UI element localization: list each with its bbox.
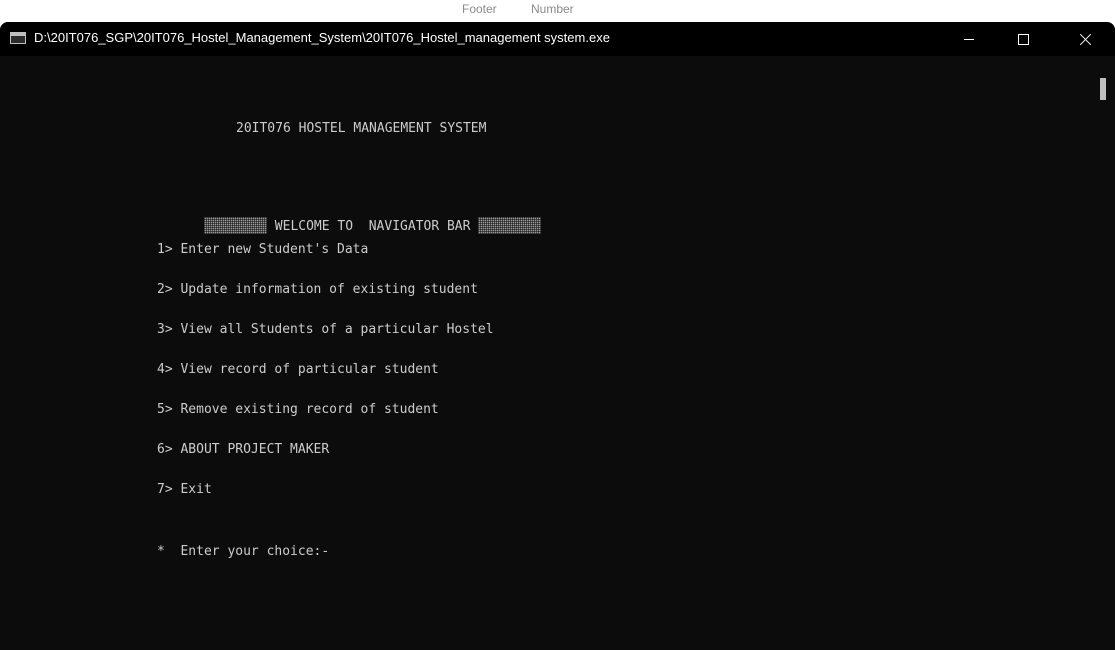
minimize-icon — [964, 38, 974, 40]
menu-item-6: 6> ABOUT PROJECT MAKER — [157, 442, 330, 457]
menu-item-3: 3> View all Students of a particular Hos… — [157, 322, 494, 337]
console-output[interactable]: 20IT076 HOSTEL MANAGEMENT SYSTEM WELCOME… — [0, 56, 1115, 650]
menu-item-7: 7> Exit — [157, 482, 212, 497]
minimize-button[interactable] — [946, 22, 992, 56]
maximize-icon — [1017, 33, 1029, 45]
menu-item-2: 2> Update information of existing studen… — [157, 282, 478, 297]
menu-item-4: 4> View record of particular student — [157, 362, 439, 377]
background-number-text: Number — [531, 2, 574, 16]
close-button[interactable] — [1062, 22, 1108, 56]
console-window: D:\20IT076_SGP\20IT076_Hostel_Management… — [0, 22, 1115, 650]
menu-item-1: 1> Enter new Student's Data — [157, 242, 369, 257]
maximize-button[interactable] — [1000, 22, 1046, 56]
console-app-icon[interactable] — [10, 32, 26, 44]
close-icon — [1079, 33, 1092, 46]
scrollbar-thumb[interactable] — [1100, 78, 1106, 100]
background-window-strip: Footer Number — [0, 0, 1115, 22]
title-bar[interactable]: D:\20IT076_SGP\20IT076_Hostel_Management… — [0, 22, 1115, 56]
system-heading: 20IT076 HOSTEL MANAGEMENT SYSTEM — [236, 121, 487, 136]
banner-block-left — [203, 217, 267, 234]
choice-prompt[interactable]: * Enter your choice:- — [157, 544, 329, 560]
welcome-text: WELCOME TO NAVIGATOR BAR — [274, 219, 471, 234]
banner-block-right — [478, 217, 542, 234]
window-title: D:\20IT076_SGP\20IT076_Hostel_Management… — [34, 30, 610, 45]
background-footer-text: Footer — [462, 2, 497, 16]
menu-item-5: 5> Remove existing record of student — [157, 402, 439, 417]
